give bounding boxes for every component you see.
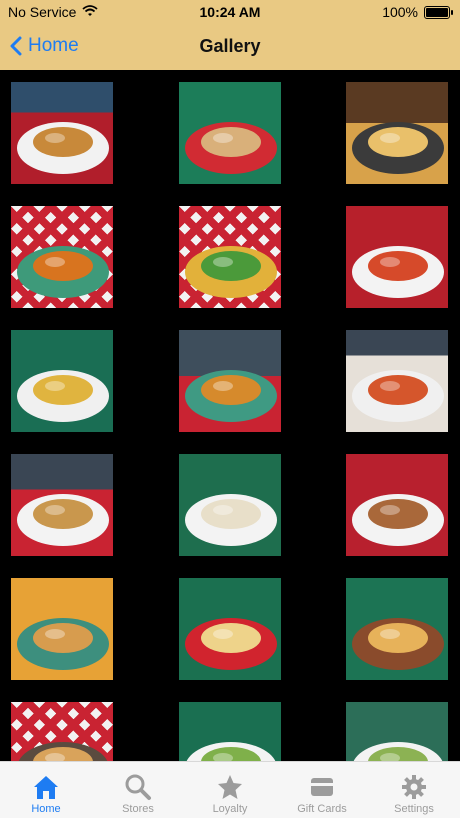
pizza-photo[interactable] bbox=[346, 82, 448, 184]
wings-photo[interactable] bbox=[11, 206, 113, 308]
star-icon bbox=[218, 775, 242, 799]
status-bar: No Service 10:24 AM 100% bbox=[0, 0, 460, 22]
battery-icon bbox=[424, 5, 453, 19]
tab-gift-cards[interactable]: Gift Cards bbox=[276, 762, 368, 818]
home-icon bbox=[34, 776, 58, 799]
tab-stores-label: Stores bbox=[122, 803, 154, 815]
salad-photo[interactable] bbox=[179, 206, 281, 308]
pasta-photo[interactable] bbox=[179, 454, 281, 556]
tab-loyalty-label: Loyalty bbox=[212, 803, 248, 815]
tab-loyalty[interactable]: Loyalty bbox=[184, 762, 276, 818]
wrap-sandwich-photo[interactable] bbox=[179, 82, 281, 184]
tab-home-label: Home bbox=[31, 803, 61, 815]
chicken-salad-photo[interactable] bbox=[346, 702, 448, 762]
onion-rings-photo[interactable] bbox=[179, 330, 281, 432]
cheesesteak-photo[interactable] bbox=[346, 454, 448, 556]
tab-stores[interactable]: Stores bbox=[92, 762, 184, 818]
pizza-slice-photo[interactable] bbox=[11, 702, 113, 762]
gift-card-icon bbox=[311, 778, 333, 796]
tab-home[interactable]: Home bbox=[0, 762, 92, 818]
pepperoni-pizza-photo[interactable] bbox=[346, 330, 448, 432]
header: No Service 10:24 AM 100% Home Gallery bbox=[0, 0, 460, 70]
battery-percent: 100% bbox=[382, 4, 418, 20]
page-title: Gallery bbox=[199, 36, 261, 56]
sub-sandwich-photo[interactable] bbox=[11, 454, 113, 556]
lasagna-photo[interactable] bbox=[346, 206, 448, 308]
burger-photo[interactable] bbox=[11, 82, 113, 184]
gear-icon bbox=[402, 775, 426, 799]
tab-settings-label: Settings bbox=[394, 803, 434, 815]
thin-pizza-photo[interactable] bbox=[346, 578, 448, 680]
nachos-photo[interactable] bbox=[11, 330, 113, 432]
photo-gallery[interactable] bbox=[0, 82, 460, 762]
search-icon bbox=[125, 774, 151, 800]
garlic-knots-photo[interactable] bbox=[179, 578, 281, 680]
navigation-bar: Home Gallery bbox=[0, 24, 460, 70]
tab-settings[interactable]: Settings bbox=[368, 762, 460, 818]
tab-bar: Home Stores Loyalty Gift Cards Settings bbox=[0, 761, 460, 818]
calzone-photo[interactable] bbox=[11, 578, 113, 680]
tab-gift-cards-label: Gift Cards bbox=[297, 803, 347, 815]
caesar-salad-photo[interactable] bbox=[179, 702, 281, 762]
